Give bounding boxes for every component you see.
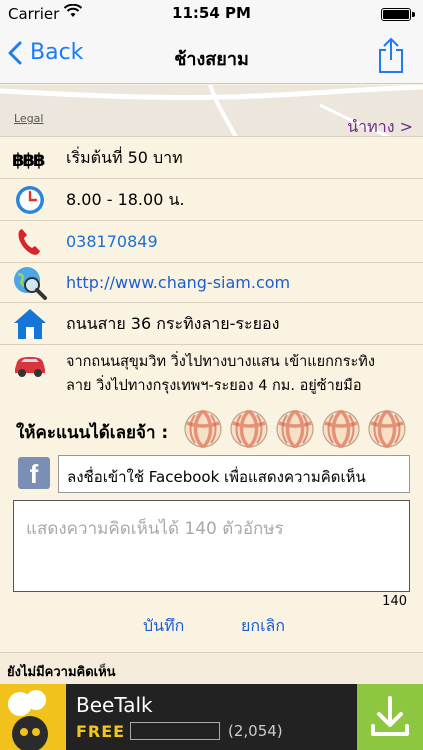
website-link[interactable]: http://www.chang-siam.com (66, 272, 290, 294)
page-title: ช้างสยาม (174, 49, 249, 70)
hours-text: 8.00 - 18.00 น. (66, 190, 185, 209)
address-text: ถนนสาย 36 กระทิงลาย-ระยอง (66, 314, 280, 333)
price-row: ฿฿฿ เริ่มต้นที่ 50 บาท (0, 137, 423, 179)
globe-search-icon (14, 267, 47, 300)
facebook-icon: f (18, 457, 50, 489)
phone-row[interactable]: 038170849 (0, 221, 423, 263)
ad-rating-count: (2,054) (228, 722, 283, 740)
home-icon (14, 309, 46, 339)
beach-ball-icon[interactable] (229, 409, 269, 449)
comment-input[interactable]: แสดงความคิดเห็นได้ 140 ตัวอักษร (13, 500, 410, 592)
phone-link[interactable]: 038170849 (66, 231, 158, 253)
ad-app-name: BeeTalk (76, 693, 153, 717)
car-icon (15, 357, 45, 377)
beach-ball-icon[interactable] (367, 409, 407, 449)
beach-ball-icon[interactable] (275, 409, 315, 449)
address-row: ถนนสาย 36 กระทิงลาย-ระยอง (0, 303, 423, 345)
baht-icon: ฿฿฿ (12, 150, 47, 171)
clock-time: 11:54 PM (172, 4, 251, 22)
no-comments-text: ยังไม่มีความคิดเห็น (7, 665, 116, 680)
share-icon[interactable] (377, 36, 405, 74)
navigate-link[interactable]: นำทาง > (347, 115, 413, 136)
status-bar: Carrier 11:54 PM (0, 0, 423, 28)
hours-row: 8.00 - 18.00 น. (0, 179, 423, 221)
download-button[interactable] (357, 684, 423, 750)
cancel-button[interactable]: ยกเลิก (241, 614, 285, 639)
clock-icon (16, 186, 44, 214)
beetalk-logo-icon (0, 684, 66, 750)
save-button[interactable]: บันทึก (143, 614, 184, 639)
facebook-login-row: f ลงชื่อเข้าใช้ Facebook เพื่อแสดงความคิ… (0, 455, 423, 495)
rating-label: ให้คะแนนได้เลยจ้า : (16, 423, 169, 443)
beach-ball-icon[interactable] (321, 409, 361, 449)
price-text: เริ่มต้นที่ 50 บาท (66, 148, 183, 167)
directions-row: จากถนนสุขุมวิท วิ่งไปทางบางแสน เข้าแยกกร… (0, 345, 423, 405)
phone-icon (18, 229, 40, 255)
character-counter: 140 (382, 594, 407, 609)
ad-rating-stars (130, 722, 220, 740)
ad-price: FREE (76, 722, 126, 741)
comment-placeholder: แสดงความคิดเห็นได้ 140 ตัวอักษร (26, 519, 284, 539)
battery-icon (381, 8, 415, 21)
directions-line-1: จากถนนสุขุมวิท วิ่งไปทางบางแสน เข้าแยกกร… (66, 354, 375, 370)
comments-section-header: ยังไม่มีความคิดเห็น (0, 652, 423, 684)
rating-row: ให้คะแนนได้เลยจ้า : (0, 405, 423, 453)
facebook-login-button[interactable]: ลงชื่อเข้าใช้ Facebook เพื่อแสดงความคิดเ… (58, 455, 410, 493)
rating-stars[interactable] (183, 409, 407, 449)
directions-line-2: ลาย วิ่งไปทางกรุงเทพฯ-ระยอง 4 กม. อยู่ซ้… (66, 378, 362, 394)
svg-text:฿฿฿: ฿฿฿ (12, 150, 45, 171)
comment-actions: บันทึก ยกเลิก (0, 614, 423, 638)
beach-ball-icon[interactable] (183, 409, 223, 449)
map-legal-link[interactable]: Legal (14, 112, 43, 125)
download-icon (371, 696, 409, 736)
navigation-bar: Back ช้างสยาม (0, 28, 423, 84)
website-row[interactable]: http://www.chang-siam.com (0, 263, 423, 303)
map-view[interactable]: Legal นำทาง > (0, 85, 423, 137)
ad-banner[interactable]: BeeTalk FREE (2,054) (0, 684, 423, 750)
